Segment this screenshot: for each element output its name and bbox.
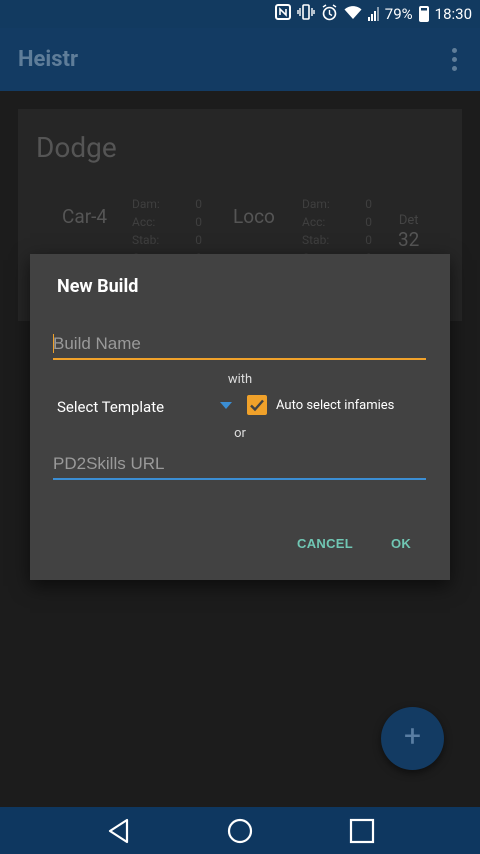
app-bar: Heistr bbox=[0, 28, 480, 91]
stat-label: Acc: bbox=[132, 215, 156, 229]
secondary-weapon-name: Loco bbox=[233, 205, 275, 228]
dropdown-arrow-icon[interactable] bbox=[220, 402, 232, 409]
url-field[interactable] bbox=[53, 450, 426, 480]
battery-percent: 79% bbox=[384, 5, 413, 23]
new-build-dialog: New Build with Select Template Auto sele… bbox=[30, 254, 450, 580]
nfc-icon bbox=[274, 4, 291, 24]
stat-label: Acc: bbox=[302, 215, 326, 229]
vibrate-icon bbox=[297, 4, 315, 24]
wifi-icon bbox=[344, 5, 362, 24]
navigation-bar bbox=[0, 807, 480, 854]
with-text: with bbox=[227, 372, 253, 387]
stat-value: 0 bbox=[195, 233, 202, 247]
text-caret bbox=[53, 334, 54, 353]
detection-value: 32 bbox=[398, 228, 420, 251]
clock: 18:30 bbox=[434, 5, 472, 23]
build-name-field[interactable] bbox=[53, 330, 426, 360]
stat-label: Dam: bbox=[132, 197, 160, 211]
signal-icon bbox=[367, 7, 379, 21]
template-select-label: Select Template bbox=[57, 398, 165, 416]
more-vert-icon[interactable] bbox=[452, 48, 458, 75]
template-select[interactable]: Select Template bbox=[57, 396, 237, 418]
add-icon: + bbox=[403, 719, 422, 754]
stat-value: 0 bbox=[365, 215, 372, 229]
stat-value: 0 bbox=[195, 197, 202, 211]
auto-select-checkbox[interactable] bbox=[247, 395, 267, 415]
detection-label: Det bbox=[398, 213, 419, 228]
home-icon[interactable] bbox=[226, 817, 254, 845]
dialog-title: New Build bbox=[57, 276, 139, 297]
back-icon[interactable] bbox=[105, 817, 133, 845]
check-icon bbox=[250, 399, 264, 412]
app-title: Heistr bbox=[18, 47, 79, 72]
detection: Det 32 bbox=[398, 213, 419, 251]
primary-weapon-name: Car-4 bbox=[62, 205, 108, 228]
build-title: Dodge bbox=[36, 131, 117, 164]
stat-value: 0 bbox=[195, 215, 202, 229]
cancel-button[interactable]: CANCEL bbox=[297, 536, 353, 551]
add-build-fab[interactable]: + bbox=[381, 707, 444, 770]
or-text: or bbox=[234, 426, 246, 441]
ok-button[interactable]: OK bbox=[391, 536, 411, 551]
stat-label: Dam: bbox=[302, 197, 330, 211]
recents-icon[interactable] bbox=[348, 817, 376, 845]
battery-icon bbox=[418, 6, 429, 22]
status-bar: 79% 18:30 bbox=[0, 0, 480, 28]
stat-value: 0 bbox=[365, 197, 372, 211]
alarm-icon bbox=[321, 3, 338, 25]
stat-value: 0 bbox=[365, 233, 372, 247]
build-name-input[interactable] bbox=[53, 330, 426, 358]
auto-select-label[interactable]: Auto select infamies bbox=[276, 398, 394, 413]
stat-label: Stab: bbox=[302, 233, 330, 247]
stat-label: Stab: bbox=[132, 233, 160, 247]
pd2skills-url-input[interactable] bbox=[53, 450, 426, 478]
